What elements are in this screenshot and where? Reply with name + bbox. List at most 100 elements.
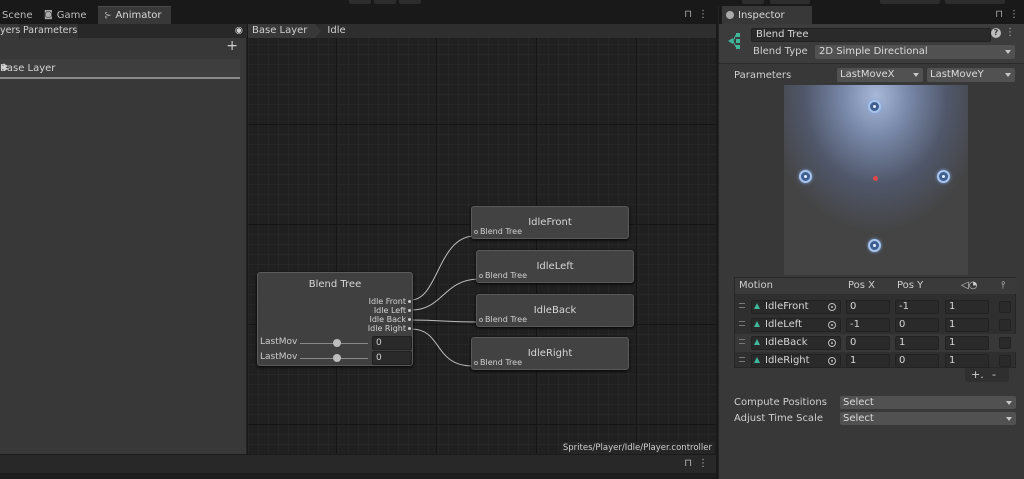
- pos-x-field[interactable]: 0: [846, 300, 890, 314]
- gear-icon[interactable]: ✱: [0, 63, 238, 74]
- column-header-pos-y: Pos Y: [897, 280, 924, 291]
- compute-positions-dropdown[interactable]: Select: [840, 396, 1016, 409]
- blend-point-idle-right[interactable]: [937, 170, 950, 183]
- state-node-subtitle: Blend Tree: [480, 358, 522, 367]
- motion-row[interactable]: IdleFront 0 -1 1: [735, 298, 1017, 316]
- drag-handle[interactable]: [739, 339, 745, 344]
- input-port[interactable]: [474, 230, 478, 234]
- help-icon[interactable]: ?: [991, 28, 1001, 38]
- lock-icon[interactable]: ⊓: [684, 458, 692, 469]
- toolbar-button[interactable]: [374, 0, 396, 4]
- blend-tree-icon: [728, 33, 740, 49]
- param-x-dropdown[interactable]: LastMoveX: [837, 68, 923, 82]
- tab-parameters[interactable]: Parameters: [20, 24, 78, 38]
- drag-handle[interactable]: [739, 357, 745, 362]
- motion-list-header: Motion Pos X Pos Y ◁◔ ⫯: [735, 278, 1017, 294]
- toolbar-button[interactable]: [742, 0, 764, 4]
- tab-scene[interactable]: Scene: [0, 6, 39, 24]
- add-layer-button[interactable]: +: [226, 38, 238, 54]
- tab-animator[interactable]: ⊱ Animator: [98, 6, 171, 24]
- animator-graph[interactable]: Base Layer Idle IdleFront Blend Tree Idl…: [248, 24, 716, 454]
- blend-tree-node[interactable]: Blend Tree Idle Front Idle Left Idle Bac…: [257, 272, 413, 366]
- pos-y-field[interactable]: 0: [895, 354, 939, 368]
- slider-handle[interactable]: [333, 339, 341, 347]
- state-node-idle-back[interactable]: IdleBack Blend Tree: [476, 294, 634, 327]
- adjust-time-scale-dropdown[interactable]: Select: [840, 412, 1016, 425]
- blend-space-visualization[interactable]: [784, 85, 968, 275]
- blend-tree-icon: [754, 339, 760, 345]
- speed-field[interactable]: 1: [945, 354, 989, 368]
- param-y-dropdown[interactable]: LastMoveY: [927, 68, 1015, 82]
- blend-type-dropdown[interactable]: 2D Simple Directional: [815, 45, 1015, 59]
- pos-x-field[interactable]: 1: [846, 354, 890, 368]
- lock-icon[interactable]: ⊓: [684, 9, 692, 20]
- compute-positions-label: Compute Positions: [734, 397, 827, 408]
- state-node-idle-front[interactable]: IdleFront Blend Tree: [471, 206, 629, 239]
- input-port[interactable]: [479, 274, 483, 278]
- lock-icon[interactable]: ⊓: [995, 9, 1003, 20]
- remove-motion-button[interactable]: -: [992, 368, 996, 382]
- speed-field[interactable]: 1: [945, 300, 989, 314]
- input-port[interactable]: [479, 318, 483, 322]
- output-port[interactable]: [408, 318, 411, 321]
- pos-y-field[interactable]: 0: [895, 318, 939, 332]
- state-node-idle-left[interactable]: IdleLeft Blend Tree: [476, 250, 634, 283]
- connection-idle-back: [410, 319, 479, 323]
- side-panel-tabs: yers Parameters ◉: [0, 24, 247, 38]
- speed-field[interactable]: 1: [945, 336, 989, 350]
- blend-type-value: 2D Simple Directional: [819, 46, 928, 57]
- add-motion-button[interactable]: +.: [971, 368, 984, 382]
- mirror-checkbox[interactable]: [999, 337, 1011, 349]
- toolbar-button[interactable]: [349, 0, 371, 4]
- more-options-icon[interactable]: ⋮: [1009, 9, 1019, 20]
- toolbar-button[interactable]: [880, 0, 940, 4]
- tab-layers[interactable]: yers: [0, 24, 20, 38]
- more-options-icon[interactable]: ⋮: [698, 9, 708, 20]
- object-picker-icon[interactable]: [828, 321, 836, 329]
- motion-row[interactable]: IdleLeft -1 0 1: [735, 316, 1017, 334]
- speed-field[interactable]: 1: [945, 318, 989, 332]
- motion-row[interactable]: IdleBack 0 1 1: [735, 334, 1017, 352]
- mirror-checkbox[interactable]: [999, 355, 1011, 367]
- current-blend-position[interactable]: [873, 176, 878, 181]
- param-x-value: LastMoveX: [840, 69, 895, 80]
- connection-idle-left: [410, 278, 479, 311]
- blend-point-idle-front[interactable]: [868, 239, 881, 252]
- param-value-field[interactable]: 0: [372, 351, 412, 365]
- object-picker-icon[interactable]: [828, 357, 836, 365]
- window-tab-bar: Scene ◙ Game ⊱ Animator ⊓ ⋮: [0, 6, 716, 24]
- more-options-icon[interactable]: ⋮: [1005, 27, 1015, 38]
- drag-handle[interactable]: [739, 303, 745, 308]
- pos-y-field[interactable]: 1: [895, 336, 939, 350]
- drag-handle[interactable]: [739, 321, 745, 326]
- tab-game[interactable]: ◙ Game: [38, 6, 93, 24]
- object-picker-icon[interactable]: [828, 339, 836, 347]
- connection-lines: [410, 235, 479, 367]
- mirror-icon: ⫯: [1001, 280, 1006, 291]
- eye-icon[interactable]: ◉: [235, 24, 243, 38]
- blend-point-idle-left[interactable]: [799, 170, 812, 183]
- output-port[interactable]: [408, 327, 411, 330]
- toolbar-button[interactable]: [945, 0, 1005, 4]
- blend-point-idle-back[interactable]: [868, 100, 881, 113]
- object-picker-icon[interactable]: [828, 303, 836, 311]
- mirror-checkbox[interactable]: [999, 319, 1011, 331]
- state-node-subtitle: Blend Tree: [485, 315, 527, 324]
- pos-x-field[interactable]: 0: [846, 336, 890, 350]
- pos-x-field[interactable]: -1: [846, 318, 890, 332]
- toolbar-button[interactable]: [399, 0, 421, 4]
- speed-clock-icon: ◁◔: [961, 280, 978, 291]
- blend-tree-name-field[interactable]: Blend Tree: [751, 28, 991, 42]
- more-options-icon[interactable]: ⋮: [698, 458, 708, 469]
- state-node-idle-right[interactable]: IdleRight Blend Tree: [471, 337, 629, 370]
- toolbar-button[interactable]: [770, 0, 810, 4]
- output-port[interactable]: [408, 309, 411, 312]
- pos-y-field[interactable]: -1: [895, 300, 939, 314]
- param-value-field[interactable]: 0: [372, 336, 412, 350]
- mirror-checkbox[interactable]: [999, 301, 1011, 313]
- slider-handle[interactable]: [333, 354, 341, 362]
- input-port[interactable]: [474, 361, 478, 365]
- tab-inspector[interactable]: i Inspector: [722, 6, 812, 24]
- layer-item-base[interactable]: Base Layer ✱: [0, 59, 240, 79]
- output-port[interactable]: [408, 300, 411, 303]
